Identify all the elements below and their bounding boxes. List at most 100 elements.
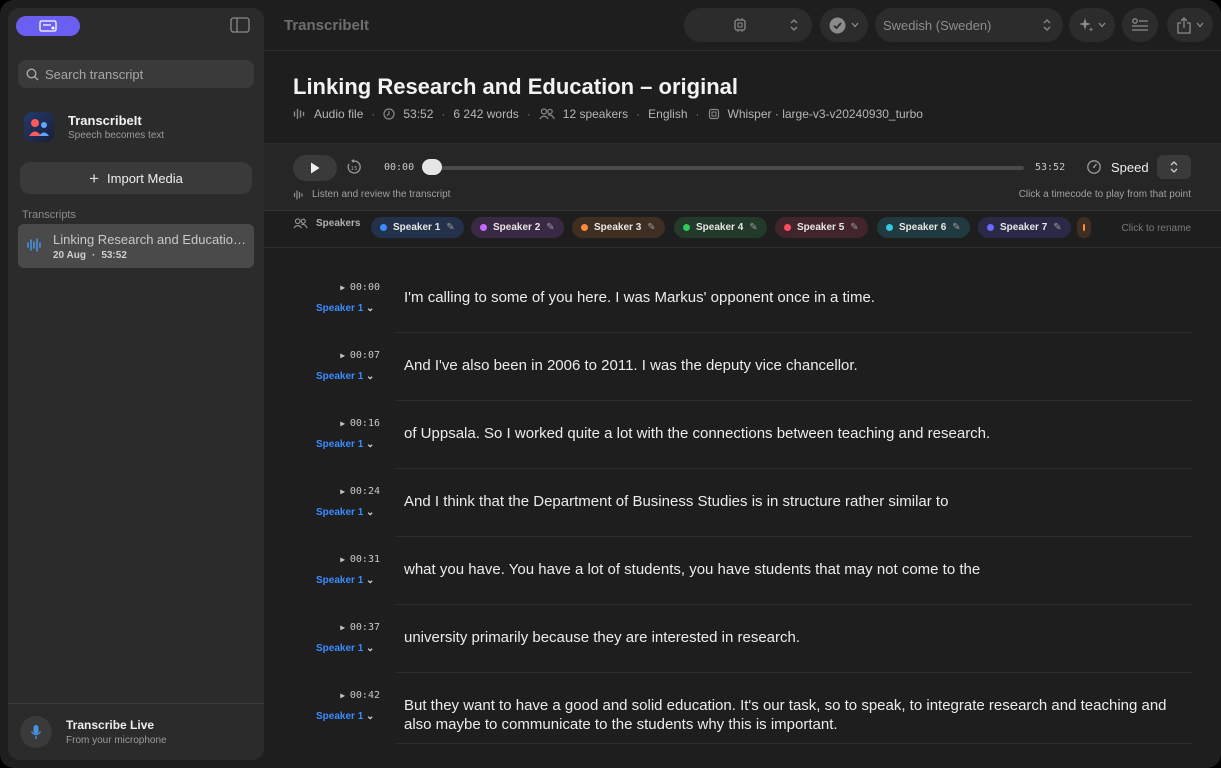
segment-speaker-selector[interactable]: Speaker 1 ⌄ xyxy=(316,303,374,314)
share-button[interactable] xyxy=(1167,8,1213,42)
transcript-list-item[interactable]: Linking Research and Education – origina… xyxy=(18,224,254,268)
transcribe-live-button[interactable]: Transcribe Live From your microphone xyxy=(20,716,167,748)
speaker-chip[interactable]: Speaker 6 ✎ xyxy=(877,217,970,238)
window-title: TranscribeIt xyxy=(284,17,370,34)
waveform-icon xyxy=(293,108,305,120)
pencil-icon: ✎ xyxy=(850,222,859,233)
segment-text[interactable]: university primarily because they are in… xyxy=(404,628,1184,647)
search-input[interactable] xyxy=(45,66,235,82)
chevron-down-icon xyxy=(1196,22,1204,28)
play-icon: ▶ xyxy=(340,555,350,564)
speaker-count: 12 speakers xyxy=(562,107,629,121)
segment-speaker-selector[interactable]: Speaker 1 ⌄ xyxy=(316,575,374,586)
pencil-icon: ✎ xyxy=(952,222,961,233)
speaker-chip[interactable]: Speaker 5 ✎ xyxy=(775,217,868,238)
timecode-button[interactable]: ▶ 00:00 xyxy=(324,282,380,293)
timecode-button[interactable]: ▶ 00:07 xyxy=(324,350,380,361)
segment-speaker-selector[interactable]: Speaker 1 ⌄ xyxy=(316,439,374,450)
import-media-label: Import Media xyxy=(107,170,183,186)
up-down-chevron-icon xyxy=(1170,161,1178,173)
speaker-color-dot xyxy=(886,224,893,231)
share-icon xyxy=(1177,16,1191,34)
segment-text[interactable]: And I've also been in 2006 to 2011. I wa… xyxy=(404,356,1184,375)
language-selector[interactable]: Swedish (Sweden) xyxy=(875,8,1063,42)
segment-text[interactable]: And I think that the Department of Busin… xyxy=(404,492,1184,511)
segment-speaker-selector[interactable]: Speaker 1 ⌄ xyxy=(316,371,374,382)
format-button[interactable] xyxy=(1122,8,1158,42)
document-meta: Audio file · 53:52 · 6 242 words · 12 sp… xyxy=(293,107,923,121)
chevron-down-icon: ⌄ xyxy=(363,303,375,314)
speed-selector[interactable] xyxy=(1157,155,1191,179)
microphone-icon xyxy=(20,716,52,748)
import-media-button[interactable]: + Import Media xyxy=(20,162,252,194)
listen-hint: Listen and review the transcript xyxy=(293,189,450,200)
segment-text[interactable]: But they want to have a good and solid e… xyxy=(404,696,1184,734)
sparkles-icon xyxy=(1079,18,1094,32)
divider xyxy=(396,468,1192,469)
app-tagline: Speech becomes text xyxy=(68,130,165,141)
divider xyxy=(8,703,264,704)
speaker-chip[interactable]: Speaker 2 ✎ xyxy=(471,217,564,238)
skip-back-button[interactable]: 15 xyxy=(346,159,362,180)
clock-icon xyxy=(383,108,395,120)
speaker-color-dot xyxy=(380,224,387,231)
app-name: TranscribeIt xyxy=(68,113,142,128)
meta-separator: · xyxy=(371,107,376,121)
timecode-button[interactable]: ▶ 00:42 xyxy=(324,690,380,701)
speaker-name: Speaker 1 xyxy=(393,222,441,233)
speaker-chip[interactable]: Speaker 4 ✎ xyxy=(674,217,767,238)
pencil-icon: ✎ xyxy=(446,222,455,233)
speaker-chip[interactable]: Speaker 1 ✎ xyxy=(371,217,464,238)
sidebar-toggle-icon[interactable] xyxy=(230,17,250,33)
scrubber-handle[interactable] xyxy=(422,159,442,175)
media-library-button[interactable] xyxy=(16,16,80,36)
play-icon: ▶ xyxy=(340,691,350,700)
play-icon: ▶ xyxy=(340,419,350,428)
speaker-color-dot xyxy=(480,224,487,231)
segment-speaker-name: Speaker 1 xyxy=(316,439,364,450)
audio-player: 15 00:00 53:52 Speed Listen and review t… xyxy=(264,143,1221,211)
play-button[interactable] xyxy=(293,155,337,181)
play-icon xyxy=(311,162,320,174)
timecode: 00:24 xyxy=(349,486,380,497)
segment-speaker-selector[interactable]: Speaker 1 ⌄ xyxy=(316,507,374,518)
people-icon xyxy=(293,218,308,229)
waveform-icon xyxy=(293,189,303,200)
pencil-icon: ✎ xyxy=(749,222,758,233)
speaker-chip-overflow[interactable] xyxy=(1077,217,1091,238)
meta-separator: · xyxy=(526,107,531,121)
total-time: 53:52 xyxy=(1035,162,1066,173)
timecode-button[interactable]: ▶ 00:37 xyxy=(324,622,380,633)
search-field[interactable] xyxy=(18,60,254,88)
speaker-chip[interactable]: Speaker 7 ✎ xyxy=(978,217,1071,238)
chevron-down-icon xyxy=(1098,22,1106,28)
timecode-button[interactable]: ▶ 00:16 xyxy=(324,418,380,429)
segment-speaker-name: Speaker 1 xyxy=(316,643,364,654)
segment-text[interactable]: what you have. You have a lot of student… xyxy=(404,560,1184,579)
live-title: Transcribe Live xyxy=(66,718,155,732)
speaker-chip[interactable]: Speaker 3 ✎ xyxy=(572,217,665,238)
timecode-button[interactable]: ▶ 00:24 xyxy=(324,486,380,497)
play-icon: ▶ xyxy=(340,623,350,632)
segment-text[interactable]: I'm calling to some of you here. I was M… xyxy=(404,288,1184,307)
segment-speaker-name: Speaker 1 xyxy=(316,507,364,518)
transcript-date: 20 Aug xyxy=(53,250,86,261)
live-subtitle: From your microphone xyxy=(66,735,167,746)
speaker-name: Speaker 2 xyxy=(493,222,541,233)
speed-icon xyxy=(1086,159,1102,180)
playback-scrubber[interactable] xyxy=(424,166,1024,170)
speaker-name: Speaker 7 xyxy=(1000,222,1048,233)
document-duration: 53:52 xyxy=(403,107,434,121)
pencil-icon: ✎ xyxy=(546,222,555,233)
segment-speaker-name: Speaker 1 xyxy=(316,711,364,722)
timecode-button[interactable]: ▶ 00:31 xyxy=(324,554,380,565)
segment-speaker-name: Speaker 1 xyxy=(316,303,364,314)
pencil-icon: ✎ xyxy=(647,222,656,233)
ai-actions-button[interactable] xyxy=(1069,8,1115,42)
verify-menu-button[interactable] xyxy=(820,8,868,42)
segment-speaker-selector[interactable]: Speaker 1 ⌄ xyxy=(316,711,374,722)
speaker-name: Speaker 4 xyxy=(696,222,744,233)
segment-speaker-selector[interactable]: Speaker 1 ⌄ xyxy=(316,643,374,654)
segment-text[interactable]: of Uppsala. So I worked quite a lot with… xyxy=(404,424,1184,443)
model-selector[interactable] xyxy=(684,8,812,42)
